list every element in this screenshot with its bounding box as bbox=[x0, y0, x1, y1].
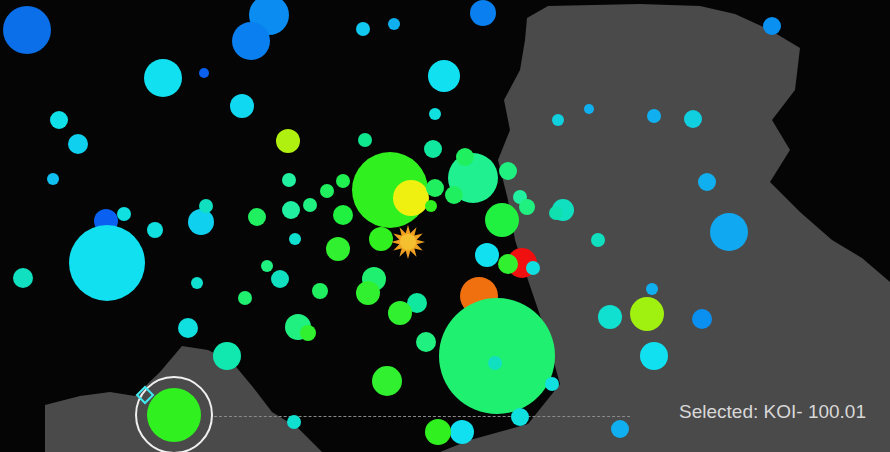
planet[interactable] bbox=[47, 173, 59, 185]
planet[interactable] bbox=[147, 388, 201, 442]
planet[interactable] bbox=[369, 227, 393, 251]
planet[interactable] bbox=[416, 332, 436, 352]
planet[interactable] bbox=[282, 173, 296, 187]
planet[interactable] bbox=[424, 140, 442, 158]
planet[interactable] bbox=[470, 0, 496, 26]
planet[interactable] bbox=[611, 420, 629, 438]
planet[interactable] bbox=[356, 281, 380, 305]
planet[interactable] bbox=[425, 200, 437, 212]
planet[interactable] bbox=[549, 206, 563, 220]
planet[interactable] bbox=[178, 318, 198, 338]
planet[interactable] bbox=[456, 148, 474, 166]
planet[interactable] bbox=[261, 260, 273, 272]
planet[interactable] bbox=[3, 6, 51, 54]
planet[interactable] bbox=[475, 243, 499, 267]
planet[interactable] bbox=[238, 291, 252, 305]
planet[interactable] bbox=[646, 283, 658, 295]
planet[interactable] bbox=[289, 233, 301, 245]
planet[interactable] bbox=[372, 366, 402, 396]
planet[interactable] bbox=[591, 233, 605, 247]
planet[interactable] bbox=[333, 205, 353, 225]
planet[interactable] bbox=[336, 174, 350, 188]
planet[interactable] bbox=[545, 377, 559, 391]
selected-label: Selected: KOI- 100.01 bbox=[677, 401, 868, 423]
planet[interactable] bbox=[598, 305, 622, 329]
planet[interactable] bbox=[428, 60, 460, 92]
planet[interactable] bbox=[519, 199, 535, 215]
planet[interactable] bbox=[640, 342, 668, 370]
planet[interactable] bbox=[188, 209, 214, 235]
planet[interactable] bbox=[300, 325, 316, 341]
planet[interactable] bbox=[499, 162, 517, 180]
planet[interactable] bbox=[287, 415, 301, 429]
planet[interactable] bbox=[191, 277, 203, 289]
planet[interactable] bbox=[13, 268, 33, 288]
planet[interactable] bbox=[117, 207, 131, 221]
planet[interactable] bbox=[276, 129, 300, 153]
planet[interactable] bbox=[552, 114, 564, 126]
planet[interactable] bbox=[199, 199, 213, 213]
planet[interactable] bbox=[358, 133, 372, 147]
planet[interactable] bbox=[356, 22, 370, 36]
planet[interactable] bbox=[69, 225, 145, 301]
planet[interactable] bbox=[232, 22, 270, 60]
planet[interactable] bbox=[147, 222, 163, 238]
planet[interactable] bbox=[445, 186, 463, 204]
planet[interactable] bbox=[303, 198, 317, 212]
planet[interactable] bbox=[425, 419, 451, 445]
planet[interactable] bbox=[213, 342, 241, 370]
planet[interactable] bbox=[630, 297, 664, 331]
planet[interactable] bbox=[684, 110, 702, 128]
planet[interactable] bbox=[526, 261, 540, 275]
planet[interactable] bbox=[647, 109, 661, 123]
planet[interactable] bbox=[248, 208, 266, 226]
planet[interactable] bbox=[450, 420, 474, 444]
planet[interactable] bbox=[388, 18, 400, 30]
planet[interactable] bbox=[312, 283, 328, 299]
planet[interactable] bbox=[584, 104, 594, 114]
planet[interactable] bbox=[50, 111, 68, 129]
planet[interactable] bbox=[426, 179, 444, 197]
planet[interactable] bbox=[485, 203, 519, 237]
planet[interactable] bbox=[698, 173, 716, 191]
planet[interactable] bbox=[393, 180, 429, 216]
planet[interactable] bbox=[282, 201, 300, 219]
marker-icon bbox=[135, 385, 155, 405]
planet[interactable] bbox=[326, 237, 350, 261]
planet[interactable] bbox=[271, 270, 289, 288]
planet[interactable] bbox=[498, 254, 518, 274]
planet[interactable] bbox=[199, 68, 209, 78]
planet[interactable] bbox=[230, 94, 254, 118]
planet[interactable] bbox=[692, 309, 712, 329]
selection-connector bbox=[214, 416, 630, 417]
planet[interactable] bbox=[488, 356, 502, 370]
planet[interactable] bbox=[429, 108, 441, 120]
planet[interactable] bbox=[68, 134, 88, 154]
sun-icon bbox=[389, 223, 427, 261]
planet[interactable] bbox=[710, 213, 748, 251]
planet[interactable] bbox=[144, 59, 182, 97]
sky-view[interactable]: Selected: KOI- 100.01 bbox=[0, 0, 890, 452]
planet[interactable] bbox=[511, 408, 529, 426]
planet[interactable] bbox=[320, 184, 334, 198]
planet[interactable] bbox=[388, 301, 412, 325]
planet[interactable] bbox=[763, 17, 781, 35]
